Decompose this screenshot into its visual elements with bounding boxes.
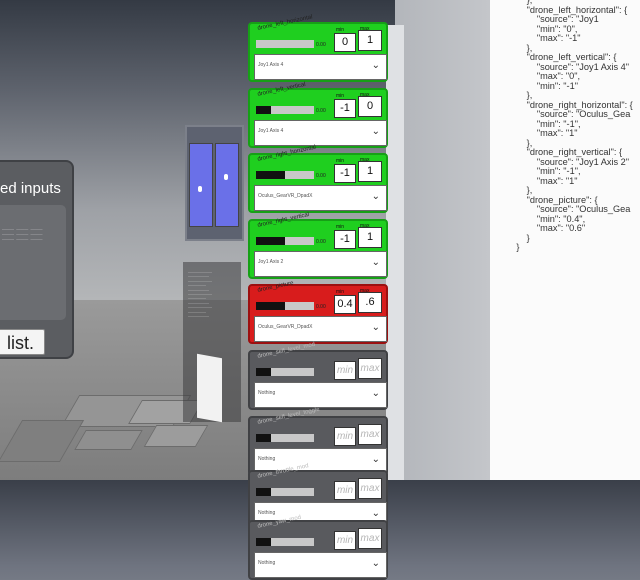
min-field[interactable]: min (334, 361, 356, 380)
gray-wall (395, 0, 490, 480)
input-level-value: 0.00 (316, 42, 326, 48)
chevron-down-icon: ⌄ (371, 508, 380, 519)
max-field[interactable]: max (358, 528, 382, 549)
chevron-down-icon: ⌄ (371, 191, 380, 202)
max-field[interactable]: max (358, 424, 382, 445)
mapped-inputs-lines: ——— ——— ——— ——— ——— ——— ——— ——— ——— (2, 226, 43, 241)
mapped-inputs-list-area (0, 205, 66, 320)
mapping-card-drone-right-vertical: drone_right_vertical 0.00 min max -1 1 Joy1 Ax… (248, 212, 388, 279)
input-level-bar (256, 40, 314, 48)
left-stick-view (189, 143, 213, 227)
chevron-down-icon: ⌄ (371, 257, 380, 268)
chevron-down-icon: ⌄ (371, 558, 380, 569)
input-level-bar (256, 368, 314, 376)
min-field[interactable]: -1 (334, 99, 356, 118)
input-level-fill (256, 171, 285, 179)
min-field[interactable]: min (334, 531, 356, 550)
max-field[interactable]: 1 (358, 30, 382, 51)
cards-backing-strip (386, 25, 404, 480)
chevron-down-icon: ⌄ (371, 60, 380, 71)
input-level-value: 0.00 (316, 108, 326, 114)
input-level-fill (256, 368, 271, 376)
left-stick-dot (198, 186, 202, 192)
source-dropdown-value: Nothing (258, 390, 276, 396)
min-field[interactable]: min (334, 427, 356, 446)
list-button[interactable]: list. (0, 329, 45, 355)
max-field[interactable]: 1 (358, 161, 382, 182)
mapping-card-drone-left-horizontal: drone_left_horizontal 0.00 min max 0 1 Joy1 Ax… (248, 14, 388, 82)
input-level-bar (256, 302, 314, 310)
instructions-note (197, 353, 222, 423)
chevron-down-icon: ⌄ (371, 388, 380, 399)
max-field[interactable]: 0 (358, 96, 382, 117)
min-field[interactable]: -1 (334, 230, 356, 249)
right-stick-dot (224, 174, 228, 180)
max-field[interactable]: .6 (358, 292, 382, 313)
min-field[interactable]: min (334, 481, 356, 500)
source-dropdown[interactable]: Joy1 Axis 2 ⌄ (254, 251, 387, 277)
input-level-value: 0.00 (316, 173, 326, 179)
max-field[interactable]: max (358, 358, 382, 379)
chevron-down-icon: ⌄ (371, 322, 380, 333)
input-level-bar (256, 237, 314, 245)
input-level-fill (256, 488, 271, 496)
json-config-text: }, "drone_left_horizontal": { "source": … (516, 0, 633, 252)
source-dropdown[interactable]: Oculus_GearVR_DpadX ⌄ (254, 185, 387, 211)
right-stick-view (215, 143, 239, 227)
input-level-fill (256, 237, 285, 245)
min-field[interactable]: 0 (334, 33, 356, 52)
input-level-bar (256, 434, 314, 442)
mapping-card-drone-self-level-mod: drone_self_level_mod min max Nothing ⌄ (248, 342, 388, 410)
max-field[interactable]: 1 (358, 227, 382, 248)
min-field[interactable]: 0.4 (334, 295, 356, 314)
chevron-down-icon: ⌄ (371, 454, 380, 465)
source-dropdown[interactable]: Nothing ⌄ (254, 552, 387, 578)
source-dropdown[interactable]: Joy1 Axis 4 ⌄ (254, 54, 387, 80)
mapping-card-drone-picture: drone_picture 0.00 min max 0.4.6 Oculus_GearV… (248, 280, 388, 344)
source-dropdown-value: Nothing (258, 456, 276, 462)
input-level-fill (256, 302, 285, 310)
mapping-card-drone-right-horizontal: drone_right_horizontal 0.00 min max -1 1 Oculu… (248, 145, 388, 213)
mapping-card-drone-left-vertical: drone_left_vertical 0.00 min max -1 0 Joy1 Axi… (248, 82, 388, 148)
json-config-document: }, "drone_left_horizontal": { "source": … (490, 0, 640, 480)
input-level-bar (256, 106, 314, 114)
input-level-bar (256, 538, 314, 546)
input-level-fill (256, 106, 271, 114)
input-level-value: 0.00 (316, 304, 326, 310)
source-dropdown-value: Nothing (258, 510, 276, 516)
source-dropdown-value: Nothing (258, 560, 276, 566)
input-level-bar (256, 488, 314, 496)
source-dropdown-value: Joy1 Axis 4 (258, 62, 284, 68)
source-dropdown-value: Oculus_GearVR_DpadX (258, 193, 313, 199)
mapped-inputs-title: ed inputs (0, 180, 61, 197)
input-level-fill (256, 434, 271, 442)
source-dropdown-value: Joy1 Axis 2 (258, 259, 284, 265)
source-dropdown-value: Joy1 Axis 4 (258, 128, 284, 134)
chevron-down-icon: ⌄ (371, 126, 380, 137)
drone-preview-screen (185, 125, 244, 241)
input-level-bar (256, 171, 314, 179)
source-dropdown[interactable]: Joy1 Axis 4 ⌄ (254, 120, 387, 146)
source-dropdown[interactable]: Oculus_GearVR_DpadX ⌄ (254, 316, 387, 342)
input-level-value: 0.00 (316, 239, 326, 245)
source-dropdown[interactable]: Nothing ⌄ (254, 382, 387, 408)
mapping-card-drone-self-level-toggle: drone_self_level_toggle min max Nothing ⌄ (248, 407, 388, 476)
source-dropdown-value: Oculus_GearVR_DpadX (258, 324, 313, 330)
min-field[interactable]: -1 (334, 164, 356, 183)
mapping-card-drone-yaw-mod: drone_yaw_mod min max Nothing ⌄ (248, 515, 388, 580)
instructions-text: ———————— ——————— ———————— —————— ———————… (188, 270, 212, 319)
max-field[interactable]: max (358, 478, 382, 499)
input-level-fill (256, 538, 271, 546)
